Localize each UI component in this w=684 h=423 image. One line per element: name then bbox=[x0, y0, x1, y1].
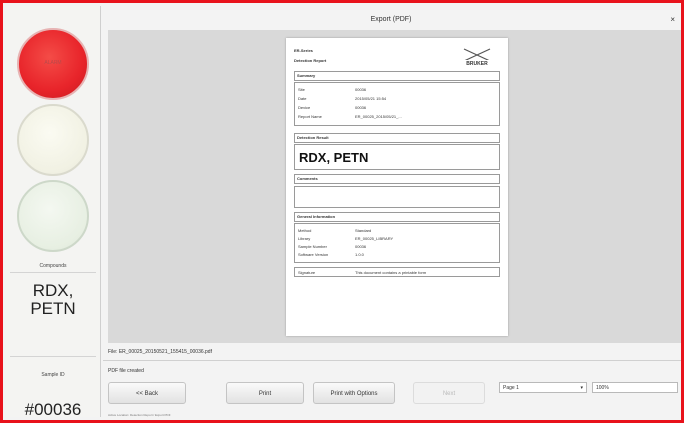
summary-value: 00036 bbox=[355, 87, 367, 92]
detection-header-box: Detection Result bbox=[294, 133, 500, 143]
zoom-select-value: 100% bbox=[596, 385, 609, 391]
print-with-options-button[interactable]: Print with Options bbox=[313, 382, 395, 404]
signature-note: This document contains a printable form bbox=[355, 270, 427, 275]
general-key: Sample Number bbox=[298, 244, 327, 249]
back-button[interactable]: << Back bbox=[108, 382, 186, 404]
signature-box: Signature This document contains a print… bbox=[294, 267, 500, 277]
general-value: ER_00025_LIBRARY bbox=[355, 236, 394, 241]
signature-label: Signature bbox=[298, 270, 316, 275]
clear-light-green bbox=[17, 180, 89, 252]
detection-result: RDX, PETN bbox=[299, 150, 369, 165]
general-table: Method Standard Library ER_00025_LIBRARY… bbox=[294, 223, 500, 263]
comments-header: Comments bbox=[297, 176, 318, 181]
summary-key: Report Name bbox=[298, 114, 322, 119]
status-bar: Active Location: Detection Report / Expo… bbox=[108, 413, 171, 417]
summary-key: Date bbox=[298, 96, 307, 101]
pdf-file-name: File: ER_00025_20150521_155415_00036.pdf bbox=[108, 349, 212, 355]
compounds-caption: Compounds bbox=[39, 263, 67, 269]
summary-value: 00036 bbox=[355, 105, 367, 110]
pdf-status: PDF file created bbox=[108, 368, 144, 374]
summary-header-box: Summary bbox=[294, 71, 500, 81]
detected-compounds: RDX, PETN bbox=[6, 282, 100, 318]
page-select-value: Page 1 bbox=[503, 385, 519, 391]
window-title: Export (PDF) bbox=[370, 16, 412, 23]
summary-key: Device bbox=[298, 105, 311, 110]
alarm-light-red: ALARM bbox=[17, 28, 89, 100]
caution-light-yellow bbox=[17, 104, 89, 176]
divider bbox=[10, 356, 96, 357]
result-line-2: PETN bbox=[30, 299, 76, 318]
status-panel: ALARM Compounds RDX, PETN Sample ID #000… bbox=[6, 6, 101, 419]
next-button[interactable]: Next bbox=[413, 382, 485, 404]
detection-box: RDX, PETN bbox=[294, 144, 500, 170]
general-value: 1.0.0 bbox=[355, 252, 364, 257]
close-icon[interactable]: × bbox=[670, 15, 675, 24]
comments-box bbox=[294, 186, 500, 208]
alarm-light-label: ALARM bbox=[44, 60, 62, 66]
divider bbox=[10, 272, 96, 273]
general-header: General Information bbox=[297, 214, 336, 219]
general-value: Standard bbox=[355, 228, 372, 233]
general-key: Method bbox=[298, 228, 312, 233]
bruker-logo: BRUKER bbox=[461, 48, 493, 67]
summary-key: Site bbox=[298, 87, 305, 92]
pdf-preview[interactable]: ER-Series Detection Report BRUKER Summar… bbox=[108, 30, 681, 343]
general-header-box: General Information bbox=[294, 212, 500, 222]
divider bbox=[103, 360, 681, 361]
svg-text:BRUKER: BRUKER bbox=[466, 61, 488, 67]
title-bar: Export (PDF) × bbox=[101, 13, 681, 29]
general-key: Software Version bbox=[298, 252, 329, 257]
general-value: 00036 bbox=[355, 244, 367, 249]
report-header-1: ER-Series bbox=[294, 48, 313, 53]
comments-header-box: Comments bbox=[294, 174, 500, 184]
sample-id: #00036 bbox=[24, 400, 82, 419]
zoom-select[interactable]: 100% bbox=[592, 382, 678, 393]
detection-header: Detection Result bbox=[297, 135, 329, 140]
summary-table: Site 00036 Date 2015/05/21 15:54 Device … bbox=[294, 82, 500, 126]
summary-value: ER_00025_2015/05/21_... bbox=[355, 114, 402, 119]
report-header-2: Detection Report bbox=[294, 58, 327, 63]
result-line-1: RDX, bbox=[32, 281, 74, 300]
window-frame: ALARM Compounds RDX, PETN Sample ID #000… bbox=[0, 0, 684, 423]
print-button[interactable]: Print bbox=[226, 382, 304, 404]
page-select[interactable]: Page 1 ▾ bbox=[499, 382, 587, 393]
chevron-down-icon: ▾ bbox=[580, 385, 583, 391]
summary-value: 2015/05/21 15:54 bbox=[355, 96, 387, 101]
summary-header: Summary bbox=[297, 73, 316, 78]
sample-id-caption: Sample ID bbox=[41, 372, 65, 378]
pdf-page: ER-Series Detection Report BRUKER Summar… bbox=[286, 38, 508, 336]
general-key: Library bbox=[298, 236, 311, 241]
